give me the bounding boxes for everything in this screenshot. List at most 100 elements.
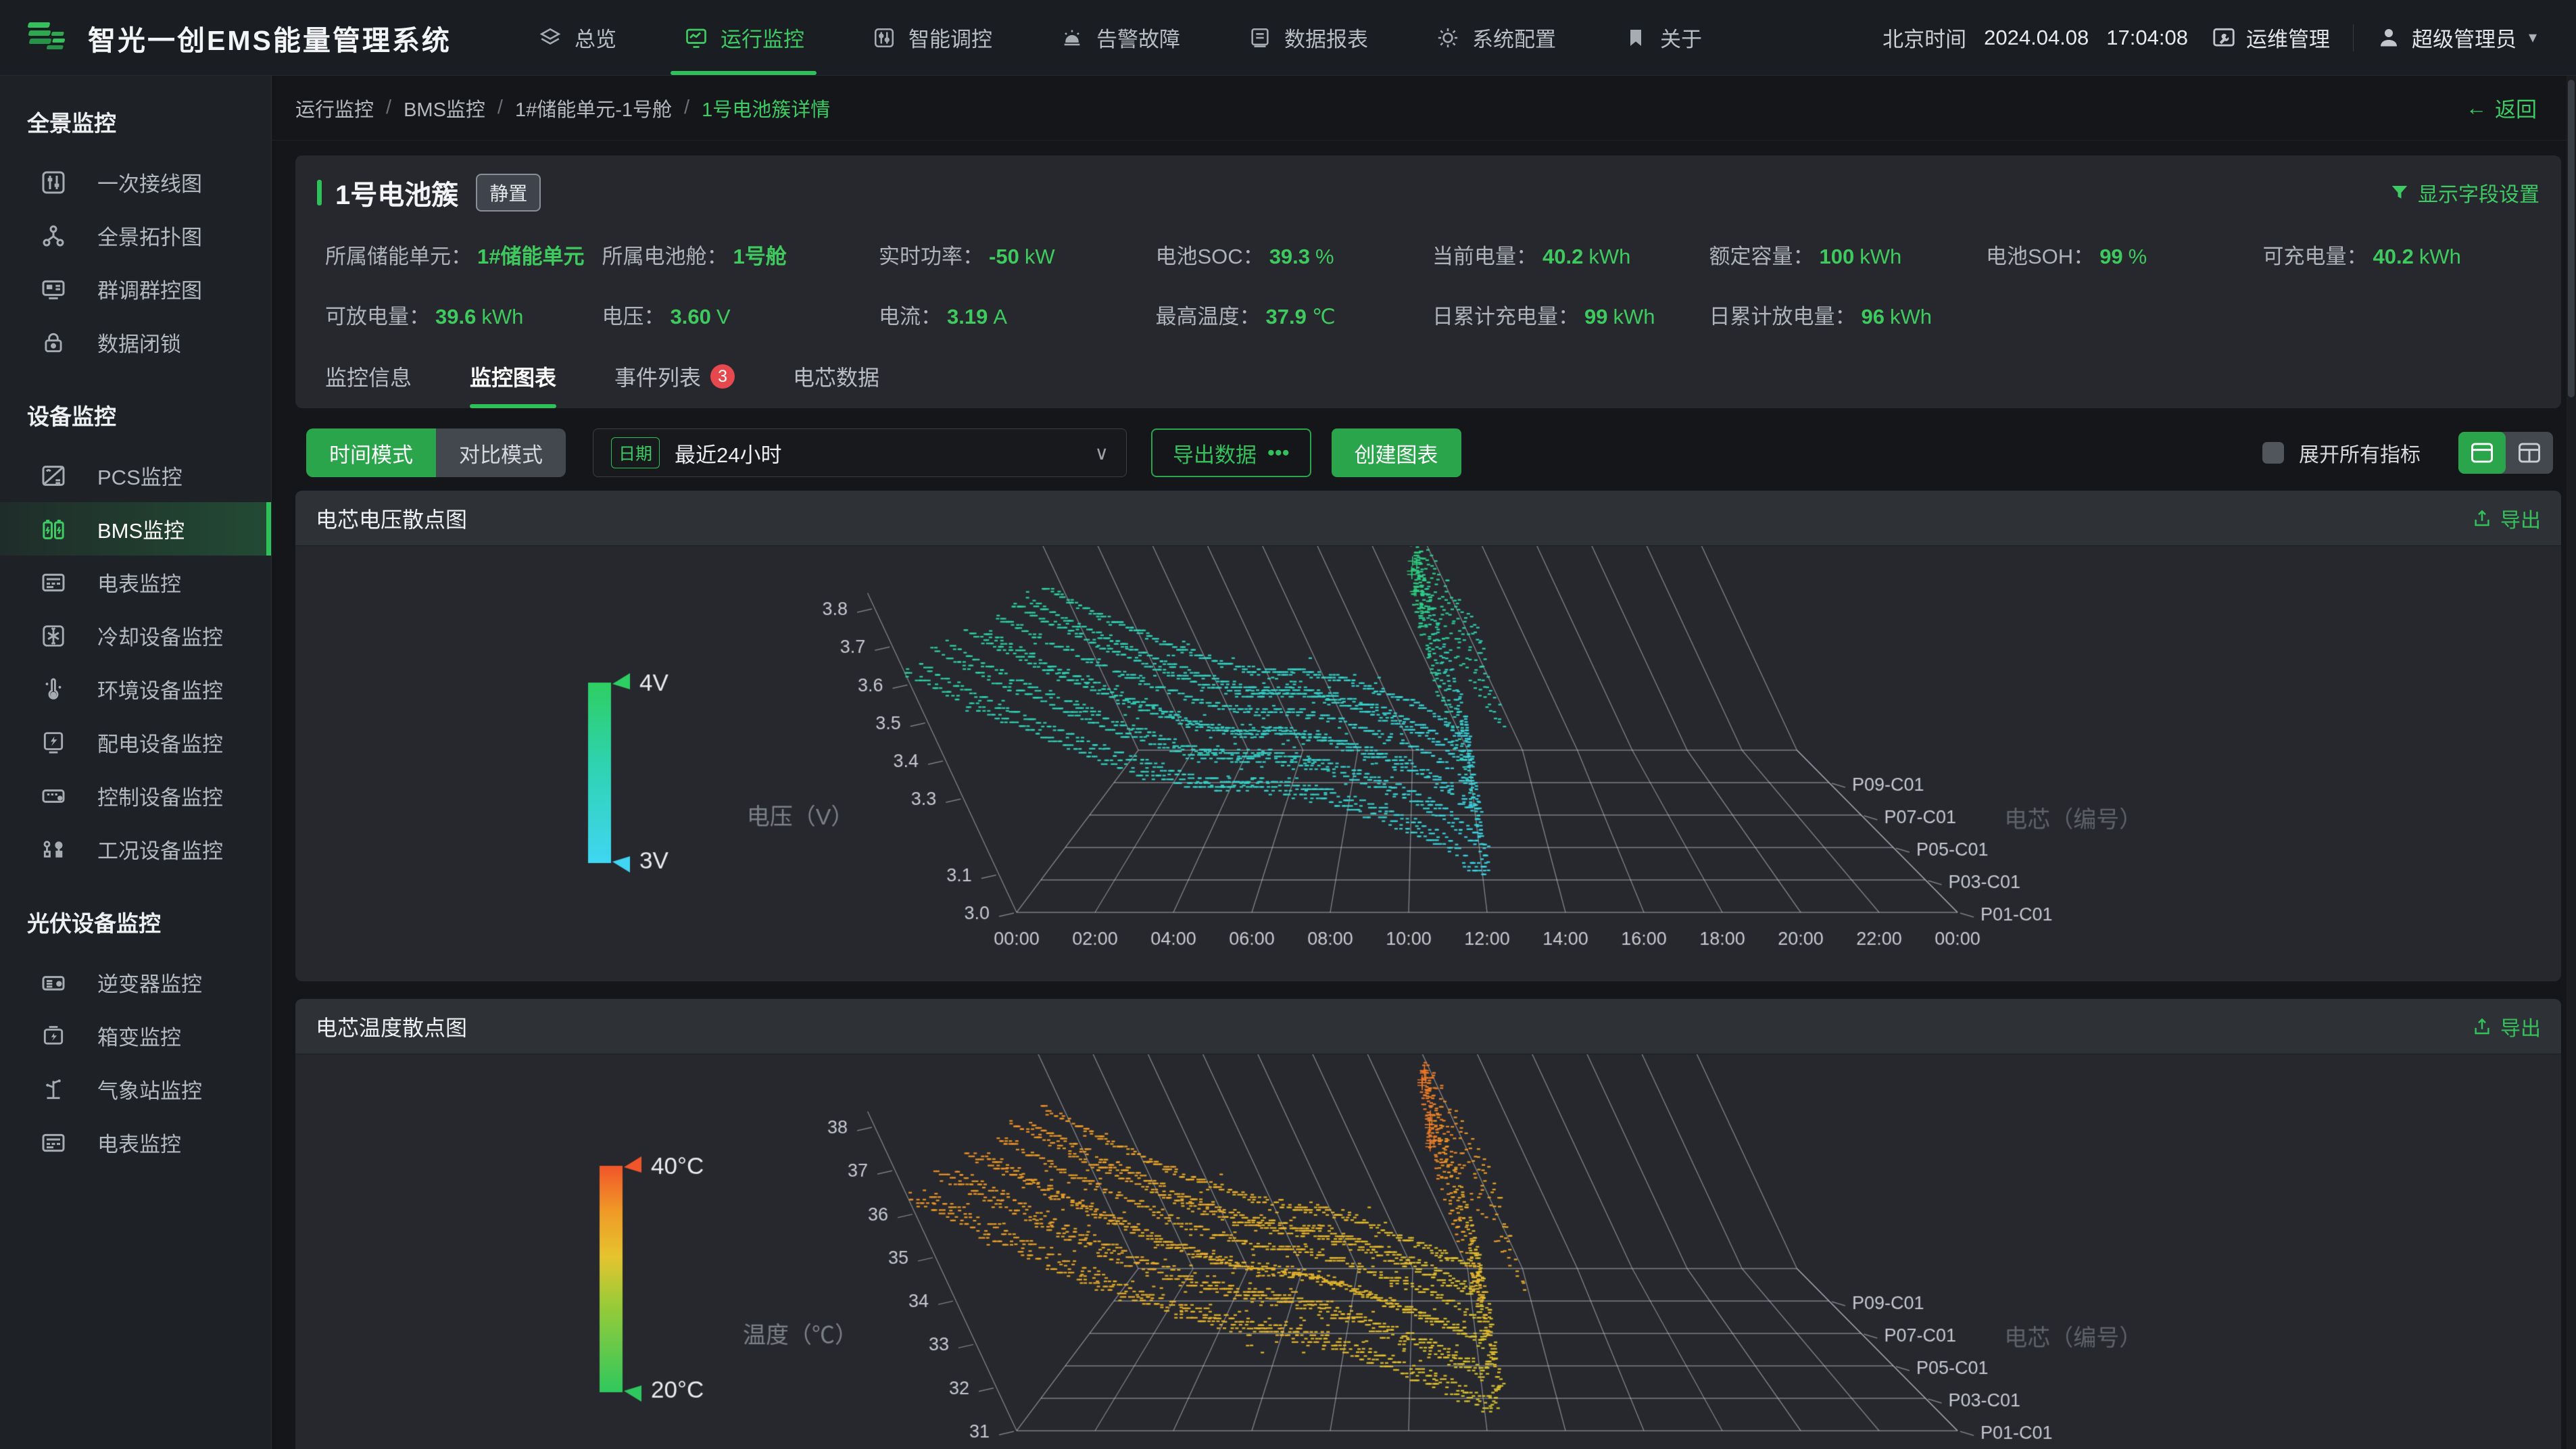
meter-icon (38, 1127, 69, 1158)
nav-item-2[interactable]: 运行监控 (660, 0, 827, 75)
create-chart-button[interactable]: 创建图表 (1332, 428, 1461, 477)
panel-icon (38, 781, 69, 812)
sidebar-item-3-1[interactable]: 逆变器监控 (0, 956, 271, 1009)
sidebar-item-2-4[interactable]: 冷却设备监控 (0, 609, 271, 662)
nav-item-1[interactable]: 总览 (514, 0, 639, 75)
nav-item-3[interactable]: 智能调控 (848, 0, 1015, 75)
battery-field-10: 电压：3.60V (602, 299, 879, 330)
field-label: 日累计充电量： (1432, 305, 1579, 328)
sidebar-item-3-4[interactable]: 电表监控 (0, 1116, 271, 1169)
nav-item-label: 系统配置 (1472, 22, 1556, 53)
sidebar-item-2-5[interactable]: 环境设备监控 (0, 662, 271, 716)
field-unit: kWh (1860, 245, 1901, 268)
time-mode-button[interactable]: 时间模式 (306, 428, 436, 477)
chart-plot-area[interactable] (295, 1054, 2561, 1449)
breadcrumb-item-4[interactable]: 1号电池簇详情 (702, 94, 830, 122)
detail-tabs: 监控信息 监控图表 事件列表3 电芯数据 (325, 361, 2539, 408)
export-data-button[interactable]: 导出数据 ••• (1151, 428, 1311, 477)
3d-scatter-canvas[interactable] (295, 1054, 2561, 1449)
breadcrumb-item-3[interactable]: 1#储能单元-1号舱 (515, 94, 672, 122)
chart-export-button[interactable]: 导出 (2472, 504, 2541, 533)
sliders-icon (38, 167, 69, 198)
sidebar-item-label: 配电设备监控 (97, 727, 223, 758)
sidebar-item-1-2[interactable]: 全景拓扑图 (0, 209, 271, 262)
nav-item-label: 总览 (575, 22, 616, 53)
sidebar-item-2-7[interactable]: 控制设备监控 (0, 769, 271, 822)
nav-item-5[interactable]: 数据报表 (1223, 0, 1391, 75)
layers-icon (537, 24, 564, 51)
back-button[interactable]: ← 返回 (2466, 93, 2537, 123)
field-value: 39.6 (435, 305, 476, 328)
export-data-label: 导出数据 (1173, 438, 1257, 468)
date-range-value: 最近24小时 (675, 438, 781, 468)
tab-4[interactable]: 电芯数据 (793, 361, 879, 408)
chevron-down-icon: ▾ (2529, 28, 2537, 47)
chart-export-button[interactable]: 导出 (2472, 1012, 2541, 1041)
layout-toggle (2458, 432, 2553, 474)
compare-mode-button[interactable]: 对比模式 (436, 428, 566, 477)
inverter-icon (38, 967, 69, 998)
field-settings-button[interactable]: 显示字段设置 (2389, 178, 2539, 207)
sidebar-item-1-4[interactable]: 数据闭锁 (0, 316, 271, 369)
sidebar-item-label: BMS监控 (97, 514, 185, 544)
ops-management-link[interactable]: 运维管理 (2211, 22, 2330, 53)
sidebar-item-2-3[interactable]: 电表监控 (0, 556, 271, 609)
breadcrumb-item-2[interactable]: BMS监控 (404, 94, 485, 122)
sidebar-item-1-3[interactable]: 群调群控图 (0, 262, 271, 316)
alarm-icon (1059, 24, 1086, 51)
user-menu[interactable]: 超级管理员 ▾ (2377, 22, 2537, 53)
battery-fields: 所属储能单元：1#储能单元所属电池舱：1号舱实时功率：-50kW电池SOC：39… (325, 239, 2539, 330)
field-value: 1号舱 (733, 245, 787, 268)
field-label: 电池SOH： (1986, 245, 2094, 268)
field-settings-label: 显示字段设置 (2418, 178, 2539, 207)
field-value: -50 (989, 245, 1019, 268)
ops-wrench-icon (2211, 25, 2237, 51)
layout-split-button[interactable] (2506, 432, 2553, 474)
tab-1[interactable]: 监控信息 (325, 361, 412, 408)
sidebar-item-2-1[interactable]: PCS监控 (0, 449, 271, 502)
nodes-icon (38, 834, 69, 865)
nav-item-label: 关于 (1660, 22, 1702, 53)
tab-3[interactable]: 事件列表3 (614, 361, 735, 408)
layout-single-button[interactable] (2458, 432, 2506, 474)
nav-item-4[interactable]: 告警故障 (1036, 0, 1203, 75)
sidebar-section-title: 设备监控 (0, 369, 271, 449)
field-label: 日累计放电量： (1709, 305, 1856, 328)
sidebar-item-3-3[interactable]: 气象站监控 (0, 1062, 271, 1116)
tab-2[interactable]: 监控图表 (470, 361, 556, 408)
nav-item-label: 运行监控 (721, 22, 804, 53)
ops-label: 运维管理 (2246, 22, 2330, 53)
tab-label: 监控信息 (325, 361, 412, 392)
battery-field-8: 可充电量：40.2kWh (2263, 239, 2540, 270)
chart-plot-area[interactable] (295, 546, 2561, 981)
user-label: 超级管理员 (2412, 22, 2517, 53)
back-arrow-icon: ← (2466, 96, 2487, 120)
time-text: 17:04:08 (2106, 26, 2188, 50)
scrollbar-thumb[interactable] (2568, 80, 2575, 397)
field-unit: kWh (1613, 305, 1655, 328)
breadcrumb-item-1[interactable]: 运行监控 (295, 94, 374, 122)
breadcrumb-separator: / (497, 97, 503, 119)
chart-card-header: 电芯电压散点图 导出 (295, 491, 2561, 546)
pcs-icon (38, 460, 69, 491)
nav-item-7[interactable]: 关于 (1599, 0, 1725, 75)
nav-item-6[interactable]: 系统配置 (1411, 0, 1579, 75)
sidebar-item-2-2[interactable]: BMS监控 (0, 502, 271, 556)
sidebar-item-2-6[interactable]: 配电设备监控 (0, 716, 271, 769)
chart-title: 电芯电压散点图 (316, 503, 467, 534)
sidebar-item-1-1[interactable]: 一次接线图 (0, 155, 271, 209)
sidebar-item-label: 群调群控图 (97, 274, 202, 304)
field-unit: kW (1025, 245, 1055, 268)
battery-title: 1号电池簇 (335, 173, 458, 212)
app-header: 智光一创EMS能量管理系统 总览运行监控智能调控告警故障数据报表系统配置关于 北… (0, 0, 2576, 76)
sidebar-item-label: 一次接线图 (97, 167, 202, 197)
3d-scatter-canvas[interactable] (295, 546, 2561, 981)
field-unit: kWh (1890, 305, 1932, 328)
sidebar-item-2-8[interactable]: 工况设备监控 (0, 822, 271, 876)
about-icon (1622, 24, 1649, 51)
date-range-select[interactable]: 日期 最近24小时 ∨ (593, 428, 1127, 477)
sidebar-item-3-2[interactable]: 箱变监控 (0, 1009, 271, 1062)
scrollbar[interactable] (2567, 76, 2576, 1449)
expand-all-checkbox[interactable] (2262, 442, 2284, 464)
nav-item-label: 智能调控 (908, 22, 992, 53)
